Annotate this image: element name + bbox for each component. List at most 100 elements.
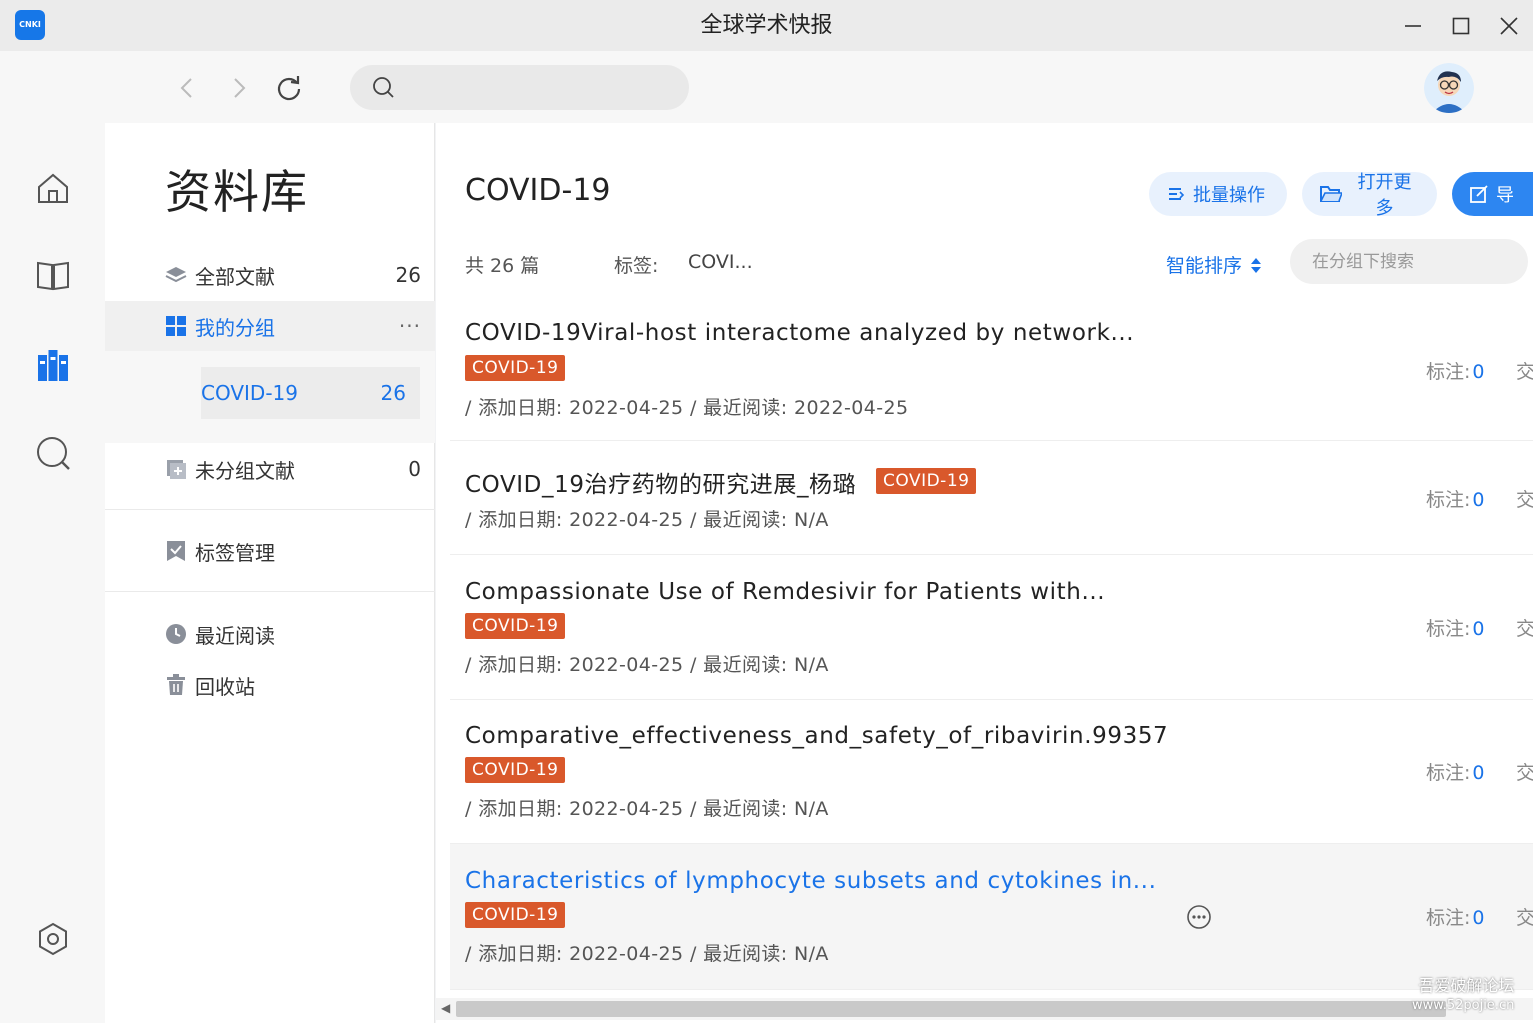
- library-item-label: 最近阅读: [195, 623, 275, 648]
- reload-button[interactable]: [272, 71, 306, 105]
- library-item-label: 回收站: [195, 674, 255, 699]
- group-item-covid19[interactable]: COVID-19 26: [201, 367, 420, 419]
- back-button[interactable]: [170, 71, 204, 105]
- library-item-ungrouped[interactable]: 未分组文献 0: [105, 444, 435, 494]
- scroll-left-icon[interactable]: ◀: [441, 1001, 450, 1015]
- library-item-count: 0: [408, 457, 421, 481]
- document-title[interactable]: Comparative_effectiveness_and_safety_of_…: [465, 723, 1168, 749]
- annotation-count[interactable]: 标注: 0: [1426, 614, 1485, 641]
- library-item-label: 未分组文献: [195, 458, 295, 483]
- group-search-input[interactable]: [1290, 239, 1528, 284]
- library-item-label: 我的分组: [195, 315, 275, 340]
- group-item-count: 26: [380, 381, 406, 405]
- library-icon: [38, 350, 68, 381]
- minimize-button[interactable]: [1395, 8, 1431, 44]
- library-item-recent[interactable]: 最近阅读: [105, 609, 435, 659]
- document-title[interactable]: Compassionate Use of Remdesivir for Pati…: [465, 579, 1105, 605]
- document-title[interactable]: COVID_19治疗药物的研究进展_杨璐: [465, 465, 856, 499]
- document-tag[interactable]: COVID-19: [876, 468, 977, 494]
- annotation-count[interactable]: 标注: 0: [1426, 758, 1485, 785]
- annotation-number: 0: [1472, 762, 1485, 784]
- sort-button[interactable]: 智能排序: [1166, 251, 1264, 278]
- document-tag[interactable]: COVID-19: [465, 902, 566, 928]
- list-icon: [1167, 185, 1185, 203]
- document-tag[interactable]: COVID-19: [465, 613, 566, 639]
- library-title: 资料库: [165, 165, 309, 219]
- annotation-count[interactable]: 标注: 0: [1426, 357, 1485, 384]
- sort-label: 智能排序: [1166, 255, 1243, 277]
- main-content: COVID-19 批量操作 打开更多 导 共 26 篇 标签: COVI... …: [436, 123, 1533, 1023]
- document-row[interactable]: Comparative_effectiveness_and_safety_of_…: [450, 700, 1533, 844]
- document-meta: / 添加日期: 2022-04-25 / 最近阅读: N/A: [465, 509, 829, 531]
- annotation-count[interactable]: 标注: 0: [1426, 903, 1485, 930]
- search-input[interactable]: [350, 65, 689, 110]
- layers-icon: [165, 264, 187, 286]
- scrollbar-thumb[interactable]: [456, 1001, 1446, 1017]
- home-icon: [38, 173, 68, 203]
- watermark: 吾爱破解论坛 www.52pojie.cn: [1412, 976, 1514, 1016]
- horizontal-scrollbar[interactable]: ◀: [436, 998, 1533, 1020]
- chevron-left-icon: [180, 78, 192, 98]
- document-meta: / 添加日期: 2022-04-25 / 最近阅读: 2022-04-25: [465, 397, 909, 419]
- document-title[interactable]: COVID-19Viral-host interactome analyzed …: [465, 320, 1134, 346]
- rail-settings-button[interactable]: [32, 918, 74, 960]
- avatar[interactable]: [1424, 63, 1474, 113]
- rail-search-button[interactable]: [32, 432, 74, 474]
- group-sublist: COVID-19 26: [105, 351, 435, 443]
- export-button[interactable]: 导: [1452, 172, 1533, 216]
- document-meta: / 添加日期: 2022-04-25 / 最近阅读: N/A: [465, 943, 829, 965]
- row-extra-text: 交: [1516, 907, 1533, 929]
- close-button[interactable]: [1491, 8, 1527, 44]
- open-more-label: 打开更多: [1357, 172, 1412, 218]
- annotation-label: 标注:: [1426, 762, 1471, 784]
- document-row[interactable]: Characteristics of lymphocyte subsets an…: [450, 844, 1533, 990]
- group-more-button[interactable]: ···: [399, 314, 421, 338]
- edit-icon: [1470, 185, 1488, 203]
- annotation-number: 0: [1472, 907, 1485, 929]
- search-icon: [373, 77, 394, 98]
- library-item-my-groups[interactable]: 我的分组 ···: [105, 301, 435, 351]
- search-circle-icon: [37, 437, 70, 470]
- rail-home-button[interactable]: [32, 167, 74, 209]
- library-panel: 资料库 全部文献 26 我的分组 ··· COVID-19 26 未分组文献 0…: [105, 123, 435, 1023]
- document-title[interactable]: Characteristics of lymphocyte subsets an…: [465, 868, 1157, 894]
- annotation-number: 0: [1472, 361, 1485, 383]
- document-tag[interactable]: COVID-19: [465, 757, 566, 783]
- sort-icon: [1251, 257, 1262, 273]
- library-item-all[interactable]: 全部文献 26: [105, 250, 435, 300]
- library-item-trash[interactable]: 回收站: [105, 660, 435, 710]
- refresh-icon: [277, 76, 301, 101]
- document-row[interactable]: COVID_19治疗药物的研究进展_杨璐 COVID-19 / 添加日期: 20…: [450, 441, 1533, 555]
- maximize-button[interactable]: [1443, 8, 1479, 44]
- annotation-label: 标注:: [1426, 489, 1471, 511]
- document-row[interactable]: Compassionate Use of Remdesivir for Pati…: [450, 555, 1533, 700]
- annotation-label: 标注:: [1426, 361, 1471, 383]
- trash-icon: [165, 674, 187, 696]
- book-icon: [37, 261, 69, 291]
- divider: [105, 591, 435, 592]
- rail-library-button[interactable]: [32, 344, 74, 386]
- export-label: 导: [1496, 185, 1514, 205]
- tag-filter-value[interactable]: COVI...: [688, 251, 753, 273]
- grid-icon: [165, 315, 187, 337]
- title-bar: CNKI 全球学术快报: [0, 0, 1533, 51]
- annotation-label: 标注:: [1426, 618, 1471, 640]
- annotation-number: 0: [1472, 489, 1485, 511]
- library-item-label: 标签管理: [195, 540, 275, 565]
- document-tag[interactable]: COVID-19: [465, 355, 566, 381]
- more-options-icon[interactable]: [1186, 904, 1212, 930]
- annotation-count[interactable]: 标注: 0: [1426, 485, 1485, 512]
- annotation-label: 标注:: [1426, 907, 1471, 929]
- batch-operation-label: 批量操作: [1193, 185, 1265, 205]
- settings-icon: [39, 922, 67, 956]
- folder-open-icon: [1320, 184, 1342, 204]
- close-icon: [1500, 17, 1518, 35]
- nav-rail: [0, 123, 105, 1023]
- forward-button[interactable]: [222, 71, 256, 105]
- library-item-tags[interactable]: 标签管理: [105, 526, 435, 576]
- document-row[interactable]: COVID-19Viral-host interactome analyzed …: [450, 298, 1533, 441]
- divider: [105, 509, 435, 510]
- rail-reader-button[interactable]: [32, 254, 74, 296]
- batch-operation-button[interactable]: 批量操作: [1149, 172, 1287, 216]
- open-more-button[interactable]: 打开更多: [1302, 172, 1437, 218]
